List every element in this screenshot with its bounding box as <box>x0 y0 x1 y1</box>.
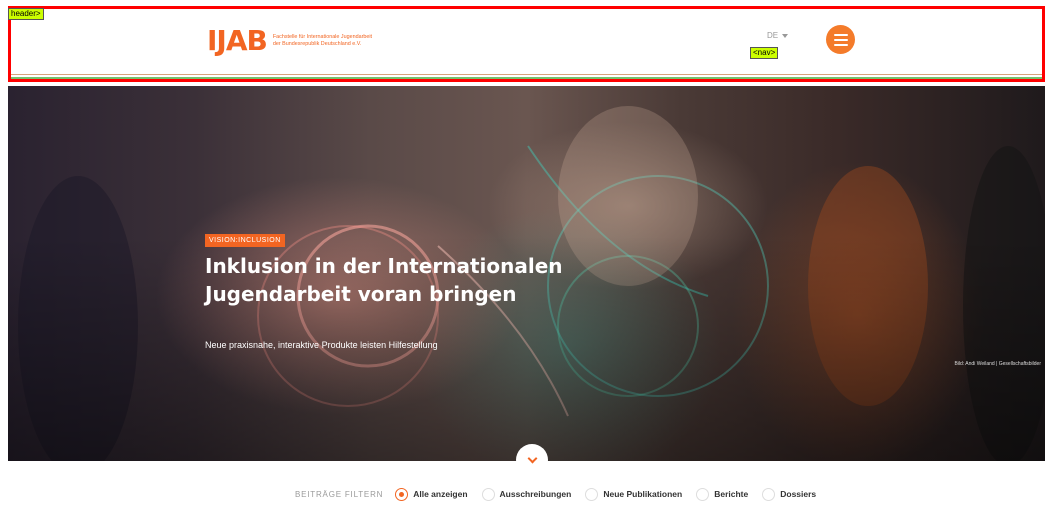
filter-option-publications[interactable]: Neue Publikationen <box>585 487 683 501</box>
filter-option-label: Alle anzeigen <box>413 489 468 499</box>
filter-option-dossiers[interactable]: Dossiers <box>762 487 817 501</box>
debug-nav-tag: <nav> <box>750 47 779 59</box>
filter-label: BEITRÄGE FILTERN <box>295 489 384 499</box>
scroll-down-button[interactable] <box>516 444 548 476</box>
hero-category-badge[interactable]: VISION:INCLUSION <box>205 234 285 247</box>
radio-icon[interactable] <box>696 487 710 501</box>
filter-option-label: Dossiers <box>780 489 817 499</box>
filter-option-label: Ausschreibungen <box>499 489 572 499</box>
radio-checked-icon[interactable] <box>395 487 409 501</box>
hero-title[interactable]: Inklusion in der Internationalen Jugenda… <box>205 252 565 308</box>
radio-icon[interactable] <box>585 487 599 501</box>
radio-icon[interactable] <box>481 487 495 501</box>
radio-icon[interactable] <box>762 487 776 501</box>
debug-header-tag: header> <box>8 8 44 20</box>
filter-option-calls[interactable]: Ausschreibungen <box>481 487 572 501</box>
filter-option-label: Berichte <box>714 489 749 499</box>
post-filter: BEITRÄGE FILTERN Alle anzeigen Ausschrei… <box>295 486 830 502</box>
chevron-down-icon <box>527 453 537 463</box>
photo-credit: Bild: Andi Weiland | Gesellschaftsbilder <box>954 361 1041 367</box>
debug-header-outline <box>8 6 1045 82</box>
hero-subtitle: Neue praxisnahe, interaktive Produkte le… <box>205 340 438 350</box>
filter-option-all[interactable]: Alle anzeigen <box>395 487 468 501</box>
filter-option-reports[interactable]: Berichte <box>696 487 749 501</box>
filter-option-label: Neue Publikationen <box>603 489 683 499</box>
